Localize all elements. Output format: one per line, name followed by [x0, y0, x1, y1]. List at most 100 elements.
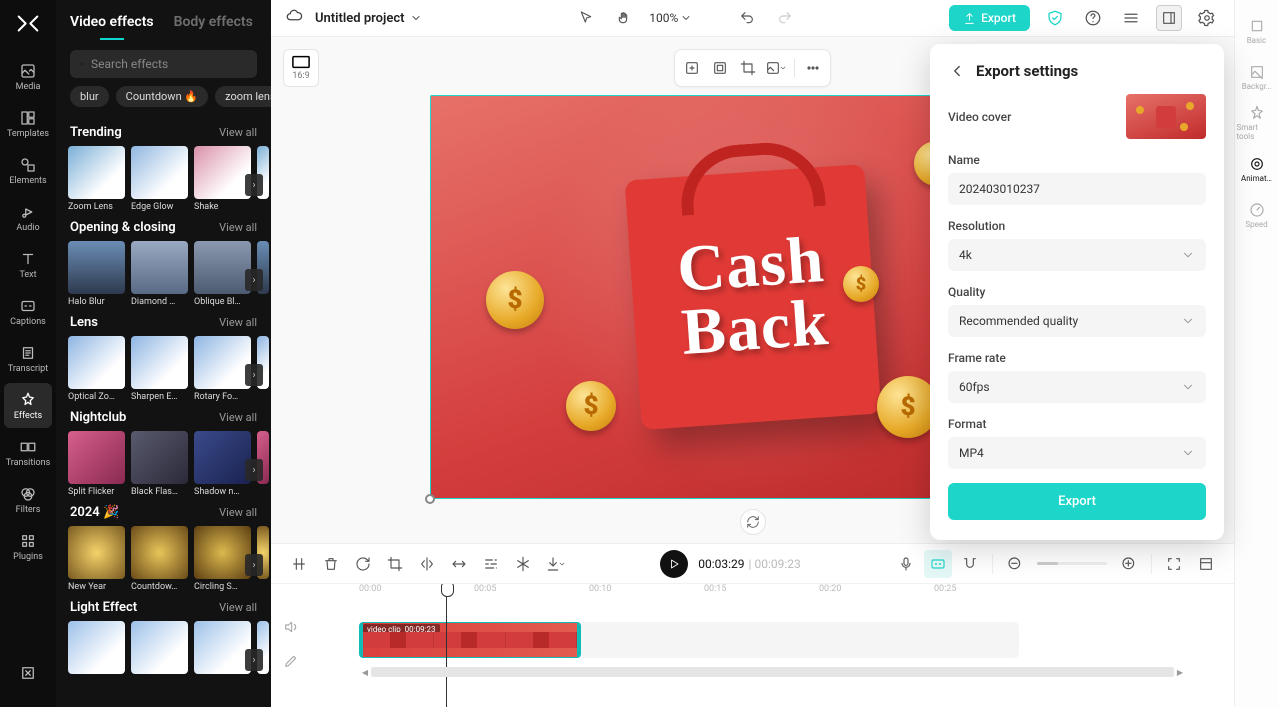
layers-icon[interactable]	[1118, 5, 1144, 31]
rail-filters[interactable]: Filters	[4, 477, 52, 522]
app-logo[interactable]	[14, 12, 42, 34]
rtab-background[interactable]: Backgr…	[1237, 56, 1277, 98]
scroll-thumbs-right[interactable]: ›	[245, 459, 263, 481]
split-icon[interactable]	[285, 550, 313, 578]
rail-effects[interactable]: Effects	[4, 383, 52, 428]
toggle-right-panel-icon[interactable]	[1156, 5, 1182, 31]
export-framerate-select[interactable]: 60fps	[948, 371, 1206, 403]
export-resolution-select[interactable]: 4k	[948, 239, 1206, 271]
undo-icon[interactable]	[734, 5, 760, 31]
rail-resize[interactable]	[4, 650, 52, 695]
aspect-ratio-chip[interactable]: 16:9	[283, 49, 319, 87]
effect-thumbnail[interactable]: Shadow n…	[194, 431, 251, 497]
view-all-link[interactable]: View all	[219, 411, 257, 424]
rail-transitions[interactable]: Transitions	[4, 430, 52, 475]
search-effects[interactable]	[70, 50, 257, 78]
replace-icon[interactable]	[763, 55, 789, 81]
effect-thumbnail[interactable]: Shake	[194, 146, 251, 212]
effects-scroll[interactable]: TrendingView allZoom LensEdge GlowShake›…	[56, 117, 271, 707]
timeline-tracks[interactable]: 00:0000:0500:1000:1500:2000:25 video cli…	[311, 584, 1234, 707]
track-edit-icon[interactable]	[283, 653, 299, 673]
layout-tl-icon[interactable]	[1192, 550, 1220, 578]
rail-captions[interactable]: Captions	[4, 289, 52, 334]
cursor-icon[interactable]	[573, 5, 599, 31]
zoom-in-tl-icon[interactable]	[1115, 550, 1143, 578]
effect-thumbnail[interactable]: Sharpen E…	[131, 336, 188, 402]
rail-text[interactable]: Text	[4, 242, 52, 287]
hand-icon[interactable]	[611, 5, 637, 31]
track-audio-toggle[interactable]	[283, 619, 299, 639]
scroll-thumbs-right[interactable]: ›	[245, 364, 263, 386]
effect-thumbnail[interactable]: Countdow…	[131, 526, 188, 592]
add-media-icon[interactable]	[679, 55, 705, 81]
view-all-link[interactable]: View all	[219, 126, 257, 139]
help-icon[interactable]	[1080, 5, 1106, 31]
freeze-icon[interactable]	[509, 550, 537, 578]
more-icon[interactable]	[800, 55, 826, 81]
rail-elements[interactable]: Elements	[4, 148, 52, 193]
rail-media[interactable]: Media	[4, 54, 52, 99]
fit-timeline-icon[interactable]	[1160, 550, 1188, 578]
redo-icon[interactable]	[772, 5, 798, 31]
download-tl-icon[interactable]	[541, 550, 569, 578]
chip-countdown[interactable]: Countdown 🔥	[116, 86, 208, 107]
crop-icon[interactable]	[735, 55, 761, 81]
scroll-left-icon[interactable]: ◀	[359, 667, 371, 677]
cloud-icon[interactable]	[285, 7, 303, 29]
effect-thumbnail[interactable]: Circling S…	[194, 526, 251, 592]
video-clip[interactable]: video clip 00:09:23	[359, 622, 581, 658]
auto-captions-icon[interactable]	[924, 550, 952, 578]
rail-templates[interactable]: Templates	[4, 101, 52, 146]
export-button[interactable]: Export	[949, 5, 1030, 31]
video-cover-thumbnail[interactable]	[1126, 94, 1206, 139]
rtab-speed[interactable]: Speed	[1237, 194, 1277, 236]
timeline-scrollbar[interactable]: ◀ ▶	[311, 666, 1234, 678]
scroll-thumbs-right[interactable]: ›	[245, 649, 263, 671]
export-action-button[interactable]: Export	[948, 483, 1206, 520]
effect-thumbnail[interactable]: Black Flas…	[131, 431, 188, 497]
play-button[interactable]	[660, 550, 688, 578]
export-quality-select[interactable]: Recommended quality	[948, 305, 1206, 337]
flip-icon[interactable]	[445, 550, 473, 578]
effect-thumbnail[interactable]: New Year	[68, 526, 125, 592]
rtab-smart-tools[interactable]: Smart tools	[1237, 102, 1277, 144]
effect-thumbnail[interactable]	[68, 621, 125, 677]
microphone-icon[interactable]	[892, 550, 920, 578]
effect-thumbnail[interactable]: Optical Zo…	[68, 336, 125, 402]
delete-icon[interactable]	[317, 550, 345, 578]
tab-body-effects[interactable]: Body effects	[174, 14, 253, 40]
scroll-thumbs-right[interactable]: ›	[245, 174, 263, 196]
search-input[interactable]	[91, 57, 247, 71]
effect-thumbnail[interactable]: Zoom Lens	[68, 146, 125, 212]
chip-blur[interactable]: blur	[70, 86, 109, 107]
rotate-icon[interactable]	[349, 550, 377, 578]
project-name[interactable]: Untitled project	[315, 11, 422, 26]
settings-icon[interactable]	[1194, 5, 1220, 31]
view-all-link[interactable]: View all	[219, 601, 257, 614]
effect-thumbnail[interactable]: Oblique Bl…	[194, 241, 251, 307]
zoom-out-tl-icon[interactable]	[1001, 550, 1029, 578]
view-all-link[interactable]: View all	[219, 316, 257, 329]
mirror-icon[interactable]	[413, 550, 441, 578]
shield-icon[interactable]	[1042, 5, 1068, 31]
effect-thumbnail[interactable]: Diamond …	[131, 241, 188, 307]
export-format-select[interactable]: MP4	[948, 437, 1206, 469]
crop-tl-icon[interactable]	[381, 550, 409, 578]
tab-video-effects[interactable]: Video effects	[70, 14, 154, 40]
playhead[interactable]	[446, 584, 447, 707]
video-track[interactable]: video clip 00:09:23	[359, 622, 1019, 658]
anchor-handle[interactable]	[425, 494, 435, 504]
rtab-basic[interactable]: Basic	[1237, 10, 1277, 52]
rtab-animation[interactable]: Animat…	[1237, 148, 1277, 190]
export-back-icon[interactable]	[948, 62, 966, 80]
view-all-link[interactable]: View all	[219, 221, 257, 234]
scroll-thumbs-right[interactable]: ›	[245, 554, 263, 576]
zoom-display[interactable]: 100%	[649, 11, 692, 25]
effect-thumbnail[interactable]: Halo Blur	[68, 241, 125, 307]
adjust-icon[interactable]	[477, 550, 505, 578]
effect-thumbnail[interactable]	[131, 621, 188, 677]
scroll-thumbs-right[interactable]: ›	[245, 269, 263, 291]
rail-plugins[interactable]: Plugins	[4, 524, 52, 569]
reset-preview-icon[interactable]	[740, 509, 766, 535]
effect-thumbnail[interactable]	[194, 621, 251, 677]
